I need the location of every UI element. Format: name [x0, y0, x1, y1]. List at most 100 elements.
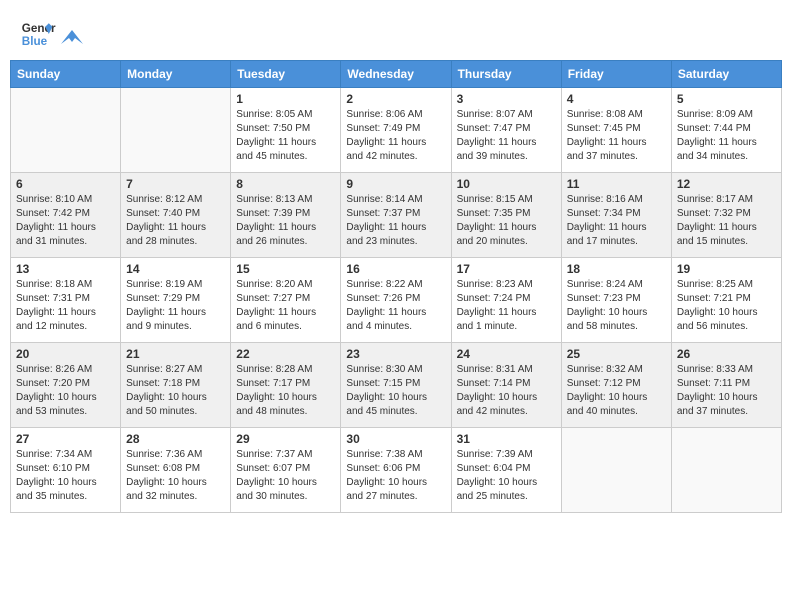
calendar-cell: 30Sunrise: 7:38 AMSunset: 6:06 PMDayligh…: [341, 428, 451, 513]
cell-info: Sunset: 7:21 PM: [677, 292, 776, 306]
calendar-cell: 7Sunrise: 8:12 AMSunset: 7:40 PMDaylight…: [121, 173, 231, 258]
calendar-cell: 29Sunrise: 7:37 AMSunset: 6:07 PMDayligh…: [231, 428, 341, 513]
weekday-header-wednesday: Wednesday: [341, 61, 451, 88]
day-number: 6: [16, 177, 115, 191]
calendar-cell: 20Sunrise: 8:26 AMSunset: 7:20 PMDayligh…: [11, 343, 121, 428]
calendar-cell: 3Sunrise: 8:07 AMSunset: 7:47 PMDaylight…: [451, 88, 561, 173]
weekday-header-monday: Monday: [121, 61, 231, 88]
cell-info: Sunrise: 8:26 AM: [16, 363, 115, 377]
cell-info: Sunrise: 8:18 AM: [16, 278, 115, 292]
cell-info: Sunset: 7:27 PM: [236, 292, 335, 306]
day-number: 17: [457, 262, 556, 276]
week-row-3: 13Sunrise: 8:18 AMSunset: 7:31 PMDayligh…: [11, 258, 782, 343]
day-number: 20: [16, 347, 115, 361]
day-number: 30: [346, 432, 445, 446]
calendar-cell: 18Sunrise: 8:24 AMSunset: 7:23 PMDayligh…: [561, 258, 671, 343]
cell-info: Sunset: 7:49 PM: [346, 122, 445, 136]
calendar-cell: [671, 428, 781, 513]
cell-info: Sunrise: 8:09 AM: [677, 108, 776, 122]
cell-info: Daylight: 10 hours and 42 minutes.: [457, 391, 556, 419]
day-number: 10: [457, 177, 556, 191]
cell-info: Daylight: 11 hours and 4 minutes.: [346, 306, 445, 334]
cell-info: Daylight: 11 hours and 12 minutes.: [16, 306, 115, 334]
calendar-cell: 4Sunrise: 8:08 AMSunset: 7:45 PMDaylight…: [561, 88, 671, 173]
cell-info: Sunset: 7:15 PM: [346, 377, 445, 391]
cell-info: Daylight: 11 hours and 26 minutes.: [236, 221, 335, 249]
cell-info: Sunset: 7:31 PM: [16, 292, 115, 306]
cell-info: Sunset: 7:37 PM: [346, 207, 445, 221]
cell-info: Sunrise: 7:34 AM: [16, 448, 115, 462]
day-number: 11: [567, 177, 666, 191]
cell-info: Sunset: 7:42 PM: [16, 207, 115, 221]
cell-info: Daylight: 11 hours and 39 minutes.: [457, 136, 556, 164]
cell-info: Daylight: 10 hours and 50 minutes.: [126, 391, 225, 419]
cell-info: Sunset: 7:26 PM: [346, 292, 445, 306]
calendar-cell: 14Sunrise: 8:19 AMSunset: 7:29 PMDayligh…: [121, 258, 231, 343]
cell-info: Sunrise: 8:19 AM: [126, 278, 225, 292]
cell-info: Sunset: 7:39 PM: [236, 207, 335, 221]
calendar-cell: [121, 88, 231, 173]
cell-info: Sunrise: 8:33 AM: [677, 363, 776, 377]
day-number: 8: [236, 177, 335, 191]
day-number: 13: [16, 262, 115, 276]
cell-info: Sunrise: 8:08 AM: [567, 108, 666, 122]
cell-info: Sunset: 7:18 PM: [126, 377, 225, 391]
calendar-table: SundayMondayTuesdayWednesdayThursdayFrid…: [10, 60, 782, 513]
cell-info: Daylight: 11 hours and 15 minutes.: [677, 221, 776, 249]
cell-info: Sunrise: 8:23 AM: [457, 278, 556, 292]
calendar-cell: 9Sunrise: 8:14 AMSunset: 7:37 PMDaylight…: [341, 173, 451, 258]
calendar-cell: 5Sunrise: 8:09 AMSunset: 7:44 PMDaylight…: [671, 88, 781, 173]
cell-info: Sunset: 7:47 PM: [457, 122, 556, 136]
calendar-cell: 2Sunrise: 8:06 AMSunset: 7:49 PMDaylight…: [341, 88, 451, 173]
day-number: 23: [346, 347, 445, 361]
cell-info: Sunrise: 8:07 AM: [457, 108, 556, 122]
cell-info: Sunrise: 8:05 AM: [236, 108, 335, 122]
cell-info: Daylight: 11 hours and 28 minutes.: [126, 221, 225, 249]
cell-info: Sunrise: 7:39 AM: [457, 448, 556, 462]
cell-info: Sunrise: 8:32 AM: [567, 363, 666, 377]
day-number: 29: [236, 432, 335, 446]
calendar-cell: 27Sunrise: 7:34 AMSunset: 6:10 PMDayligh…: [11, 428, 121, 513]
day-number: 9: [346, 177, 445, 191]
svg-text:Blue: Blue: [22, 35, 48, 48]
cell-info: Sunrise: 8:12 AM: [126, 193, 225, 207]
cell-info: Sunrise: 8:25 AM: [677, 278, 776, 292]
calendar-cell: 15Sunrise: 8:20 AMSunset: 7:27 PMDayligh…: [231, 258, 341, 343]
cell-info: Daylight: 11 hours and 45 minutes.: [236, 136, 335, 164]
calendar-cell: 6Sunrise: 8:10 AMSunset: 7:42 PMDaylight…: [11, 173, 121, 258]
week-row-1: 1Sunrise: 8:05 AMSunset: 7:50 PMDaylight…: [11, 88, 782, 173]
day-number: 14: [126, 262, 225, 276]
calendar-cell: 25Sunrise: 8:32 AMSunset: 7:12 PMDayligh…: [561, 343, 671, 428]
cell-info: Daylight: 10 hours and 27 minutes.: [346, 476, 445, 504]
day-number: 31: [457, 432, 556, 446]
cell-info: Sunset: 7:24 PM: [457, 292, 556, 306]
cell-info: Sunset: 7:12 PM: [567, 377, 666, 391]
calendar-cell: 17Sunrise: 8:23 AMSunset: 7:24 PMDayligh…: [451, 258, 561, 343]
cell-info: Sunrise: 8:17 AM: [677, 193, 776, 207]
cell-info: Daylight: 11 hours and 34 minutes.: [677, 136, 776, 164]
weekday-header-thursday: Thursday: [451, 61, 561, 88]
calendar-cell: 10Sunrise: 8:15 AMSunset: 7:35 PMDayligh…: [451, 173, 561, 258]
cell-info: Daylight: 10 hours and 48 minutes.: [236, 391, 335, 419]
calendar-cell: 21Sunrise: 8:27 AMSunset: 7:18 PMDayligh…: [121, 343, 231, 428]
cell-info: Daylight: 10 hours and 37 minutes.: [677, 391, 776, 419]
cell-info: Sunset: 7:17 PM: [236, 377, 335, 391]
cell-info: Daylight: 10 hours and 40 minutes.: [567, 391, 666, 419]
cell-info: Daylight: 11 hours and 42 minutes.: [346, 136, 445, 164]
calendar-cell: 23Sunrise: 8:30 AMSunset: 7:15 PMDayligh…: [341, 343, 451, 428]
cell-info: Daylight: 11 hours and 31 minutes.: [16, 221, 115, 249]
week-row-2: 6Sunrise: 8:10 AMSunset: 7:42 PMDaylight…: [11, 173, 782, 258]
cell-info: Sunset: 6:08 PM: [126, 462, 225, 476]
weekday-header-saturday: Saturday: [671, 61, 781, 88]
calendar-cell: 28Sunrise: 7:36 AMSunset: 6:08 PMDayligh…: [121, 428, 231, 513]
cell-info: Sunset: 7:40 PM: [126, 207, 225, 221]
logo-bird: [61, 28, 83, 44]
day-number: 28: [126, 432, 225, 446]
cell-info: Sunrise: 8:20 AM: [236, 278, 335, 292]
logo-icon: General Blue: [20, 16, 56, 52]
cell-info: Sunrise: 8:22 AM: [346, 278, 445, 292]
week-row-4: 20Sunrise: 8:26 AMSunset: 7:20 PMDayligh…: [11, 343, 782, 428]
cell-info: Sunrise: 8:13 AM: [236, 193, 335, 207]
calendar-cell: 8 Sunrise: 8:13 AMSunset: 7:39 PMDaylight…: [231, 173, 341, 258]
calendar-cell: [11, 88, 121, 173]
